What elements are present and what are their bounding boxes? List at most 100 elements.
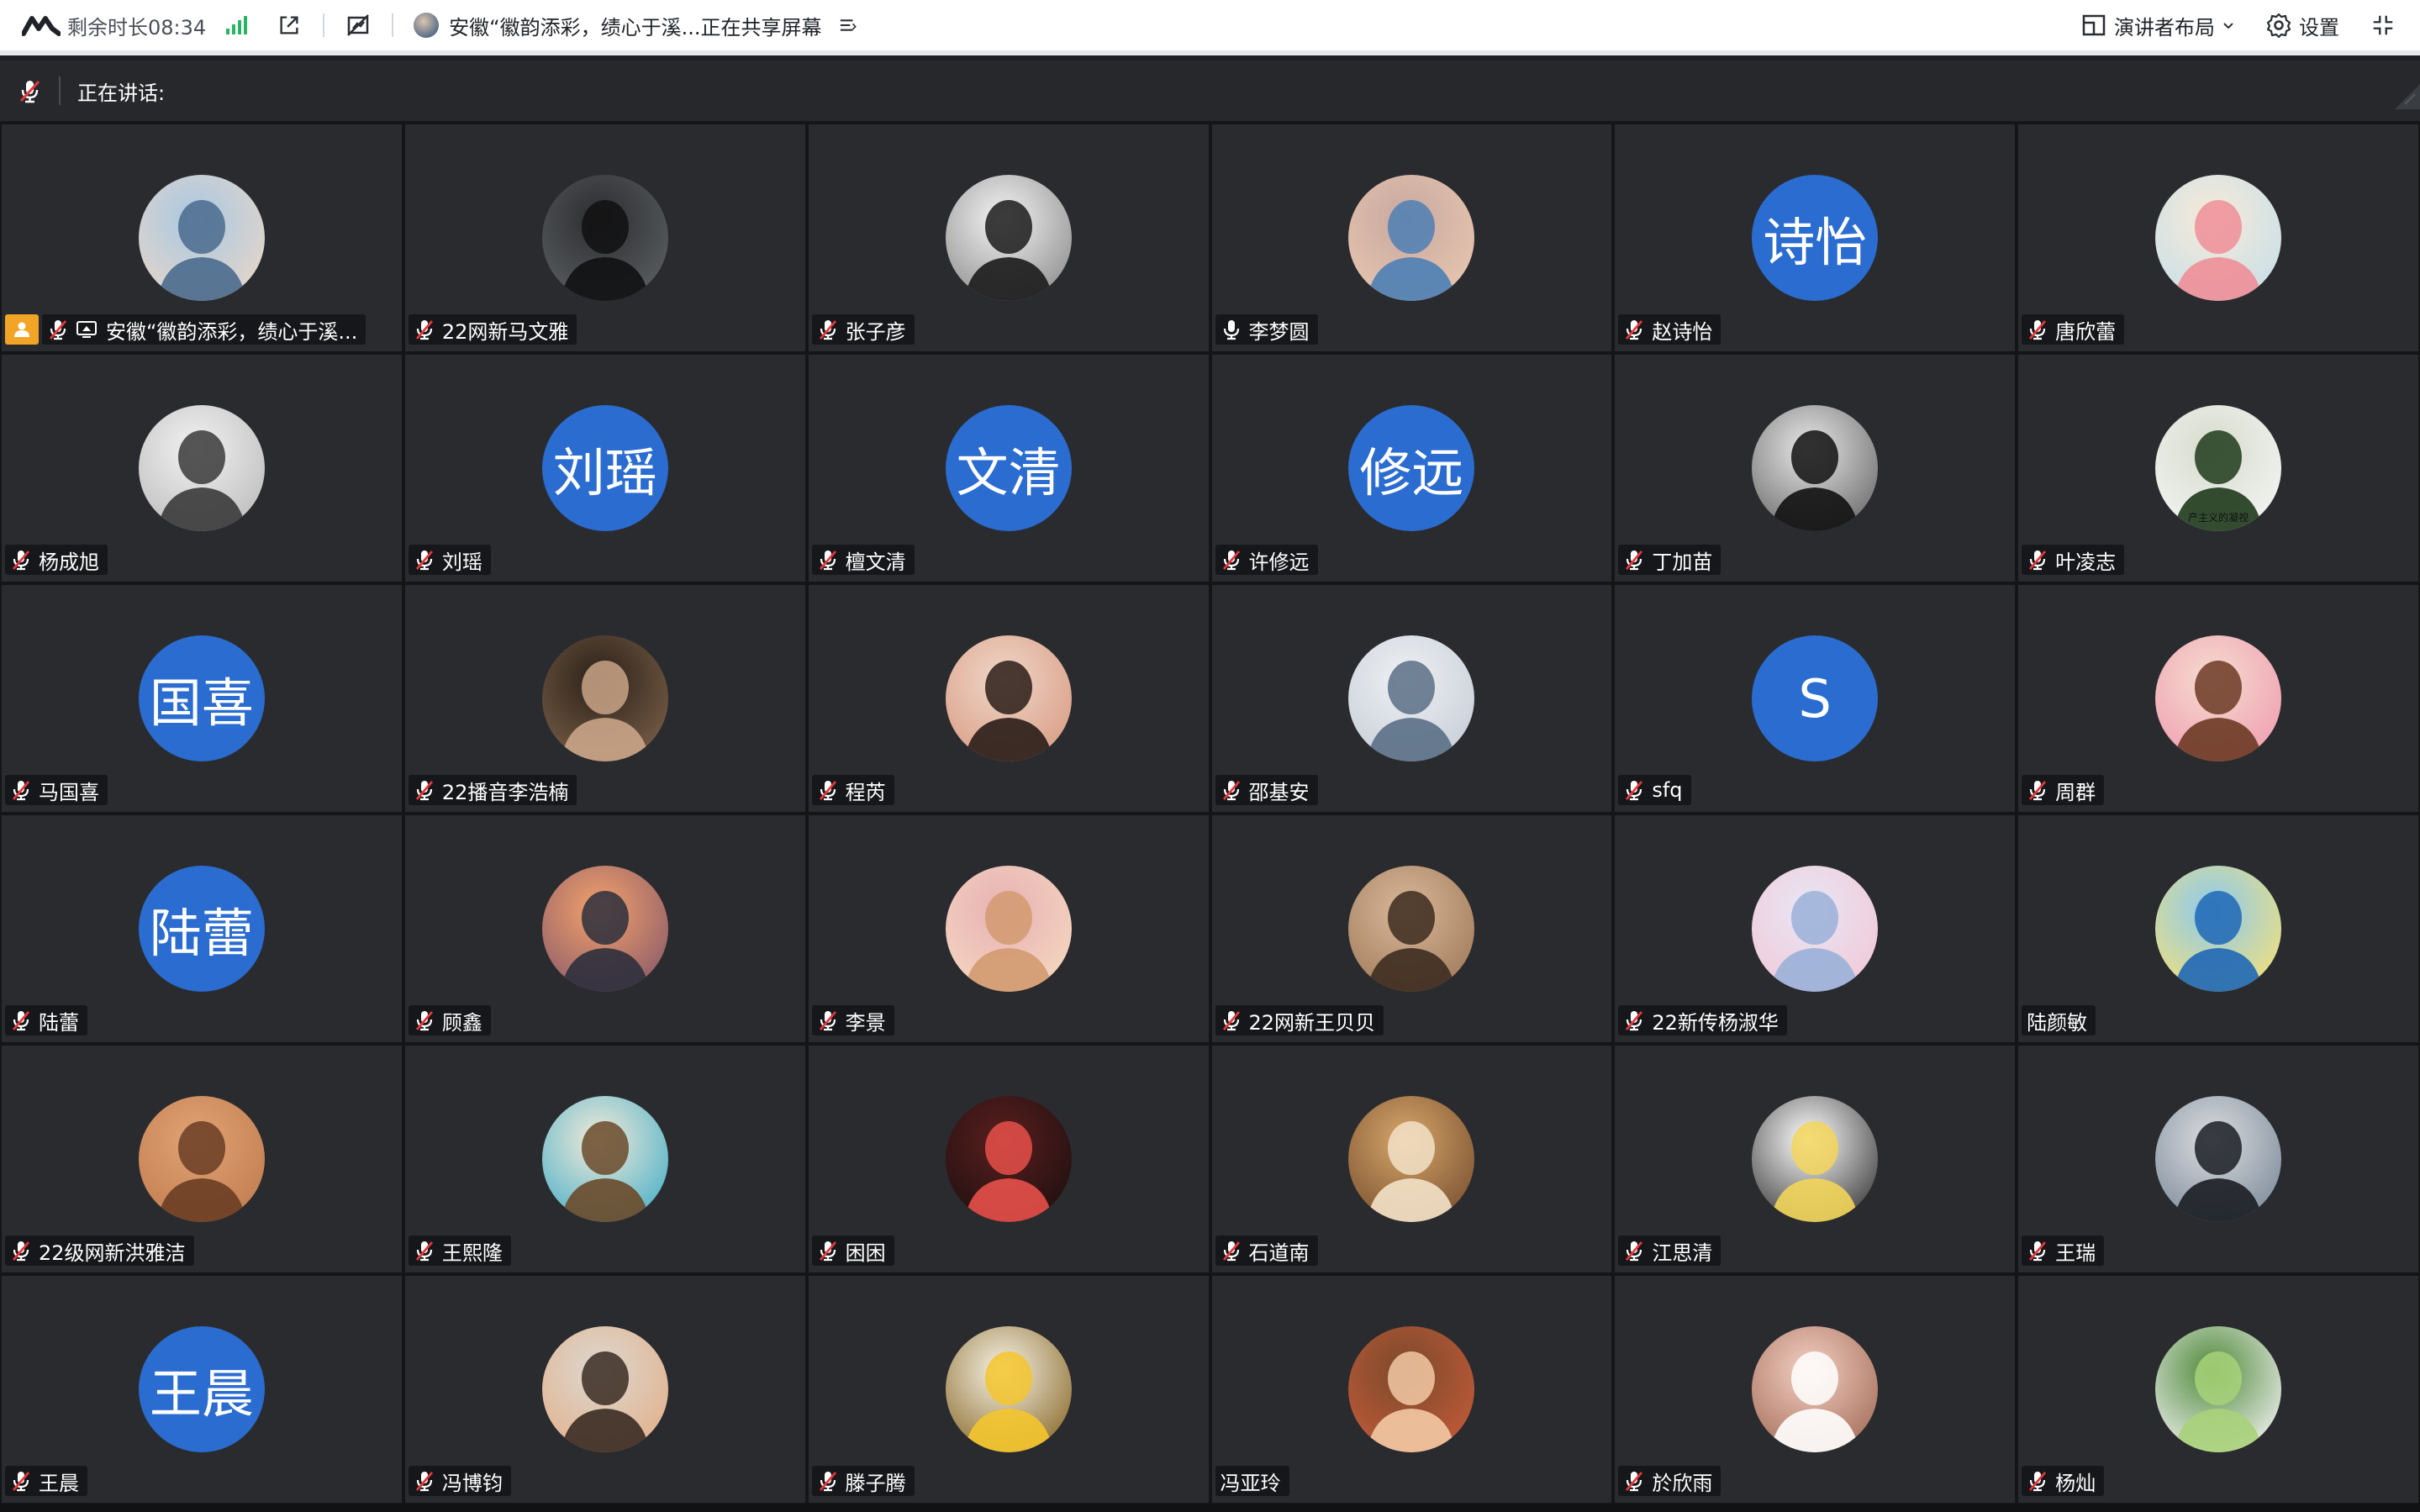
participant-avatar [541, 1096, 668, 1222]
participant-tile[interactable]: 王晨 王晨 [0, 1274, 403, 1504]
participant-tile[interactable]: 丁加苗 [1613, 353, 2017, 583]
participant-tile[interactable]: 於欣雨 [1613, 1274, 2017, 1504]
participant-tile[interactable]: 国喜马国喜 [0, 583, 403, 814]
participant-tile[interactable]: 22播音李浩楠 [403, 583, 807, 814]
gear-icon [2266, 13, 2291, 39]
participant-name-tag: 丁加苗 [1618, 545, 1721, 575]
mic-muted-icon [1626, 1241, 1643, 1262]
participant-avatar [2155, 866, 2282, 992]
participant-tile[interactable]: 滕子腾 [806, 1274, 1210, 1504]
participant-tile[interactable]: 顾鑫 [403, 814, 807, 1044]
participant-name: 22网新王贝贝 [1248, 1010, 1376, 1035]
participant-tile[interactable]: 石道南 [1210, 1044, 1614, 1274]
participant-tile[interactable]: 唐欣蕾 [2017, 123, 2420, 353]
profile-photo [138, 1096, 265, 1222]
participant-name-tag: 周群 [2022, 775, 2105, 805]
participant-name-tag: 滕子腾 [811, 1466, 915, 1496]
participant-name: 22网新马文雅 [441, 319, 569, 344]
share-menu-icon[interactable] [834, 12, 861, 39]
mic-muted-icon [49, 320, 67, 340]
popout-icon[interactable] [276, 12, 303, 39]
participant-avatar: 修远 [1348, 405, 1475, 531]
participant-name-tag: 於欣雨 [1618, 1466, 1721, 1496]
network-signal-icon[interactable] [226, 16, 248, 34]
participant-tile[interactable]: 冯亚玲 [1210, 1274, 1614, 1504]
participant-tile[interactable]: 产主义的凝视 叶凌志 [2017, 353, 2420, 583]
mic-icon [1223, 320, 1239, 340]
participant-avatar [945, 866, 1072, 992]
mic-muted-icon [415, 1241, 433, 1262]
participant-name: 马国喜 [39, 780, 99, 804]
mic-muted-icon [1626, 1472, 1643, 1492]
profile-photo [945, 175, 1072, 301]
collapse-handle-icon[interactable] [2386, 79, 2420, 113]
participant-name: 22新传杨淑华 [1652, 1010, 1779, 1035]
avatar-initials: 刘瑶 [552, 442, 657, 503]
toolbar-right: 演讲者布局 设置 [2080, 0, 2420, 50]
participant-tile[interactable]: 刘瑶 刘瑶 [403, 353, 807, 583]
participant-tile[interactable]: 陆蕾 陆蕾 [0, 814, 403, 1044]
chevron-down-icon [2223, 23, 2233, 29]
profile-photo [1752, 405, 1879, 531]
participant-tile[interactable]: 周群 [2017, 583, 2420, 814]
participant-tile[interactable]: 王熙隆 [403, 1044, 807, 1274]
participant-tile[interactable]: 困困 [806, 1044, 1210, 1274]
sharer-avatar [414, 13, 440, 38]
participant-name: 陆蕾 [39, 1010, 79, 1035]
participant-avatar [2155, 635, 2282, 761]
participant-tile[interactable]: 诗怡 赵诗怡 [1613, 123, 2017, 353]
participant-name: 李景 [845, 1010, 886, 1035]
profile-photo [945, 866, 1072, 992]
participant-tile[interactable]: 文清 檀文清 [806, 353, 1210, 583]
participant-tile[interactable]: 李景 [806, 814, 1210, 1044]
mic-muted-icon [1626, 320, 1643, 340]
participant-name-tag: 22播音李浩楠 [408, 775, 577, 805]
settings-button[interactable]: 设置 [2265, 11, 2339, 40]
participant-tile[interactable]: 冯博钧 [403, 1274, 807, 1504]
record-off-icon[interactable] [345, 12, 372, 39]
mic-muted-icon [1222, 551, 1240, 571]
participant-tile[interactable]: Ssfq [1613, 583, 2017, 814]
participant-avatar: 刘瑶 [541, 405, 668, 531]
participant-name: sfq [1652, 778, 1683, 802]
avatar-initials: 文清 [956, 442, 1061, 503]
layout-label: 演讲者布局 [2114, 15, 2215, 40]
participant-tile[interactable]: 22级网新洪雅洁 [0, 1044, 403, 1274]
participant-tile[interactable]: 杨成旭 [0, 353, 403, 583]
participant-tile[interactable]: 陆颜敏 [2017, 814, 2420, 1044]
participant-avatar [945, 1326, 1072, 1452]
participant-tile[interactable]: 江思清 [1613, 1044, 2017, 1274]
participant-tile[interactable]: 修远 许修远 [1210, 353, 1614, 583]
profile-photo [2155, 175, 2282, 301]
participant-tile[interactable]: 王瑞 [2017, 1044, 2420, 1274]
participant-tile[interactable]: 程芮 [806, 583, 1210, 814]
avatar-initials: 王晨 [149, 1363, 254, 1425]
participant-tile[interactable]: 22网新马文雅 [403, 123, 807, 353]
participant-tile[interactable]: 安徽“徽韵添彩，绩心于溪... [0, 123, 403, 353]
participant-name-tag: 叶凌志 [2022, 545, 2125, 575]
participant-tile[interactable]: 22网新王贝贝 [1210, 814, 1614, 1044]
participant-name: 陆颜敏 [2027, 1010, 2088, 1035]
participant-avatar [1752, 866, 1879, 992]
mic-muted-icon [19, 80, 40, 103]
settings-label: 设置 [2299, 15, 2339, 40]
participant-tile[interactable]: 杨灿 [2017, 1274, 2420, 1504]
participant-name: 顾鑫 [441, 1010, 482, 1035]
mic-muted-icon [819, 1241, 836, 1262]
participant-tile[interactable]: 22新传杨淑华 [1613, 814, 2017, 1044]
participant-tile[interactable]: 李梦圆 [1210, 123, 1614, 353]
avatar-initials: 国喜 [149, 672, 254, 734]
participant-tile[interactable]: 邵基安 [1210, 583, 1614, 814]
speaker-layout-button[interactable]: 演讲者布局 [2080, 11, 2235, 40]
mic-muted-icon [12, 1011, 30, 1031]
participant-tile[interactable]: 张子彦 [806, 123, 1210, 353]
participant-name-tag: 冯博钧 [408, 1466, 511, 1496]
profile-photo [541, 1096, 668, 1222]
participant-name: 冯博钧 [441, 1471, 503, 1495]
participant-avatar [541, 175, 668, 301]
exit-fullscreen-icon[interactable] [2370, 12, 2396, 39]
participant-avatar [1348, 175, 1475, 301]
participant-avatar [2155, 175, 2282, 301]
speaking-label: 正在讲话: [77, 81, 166, 105]
mic-muted-icon [1626, 1011, 1643, 1031]
